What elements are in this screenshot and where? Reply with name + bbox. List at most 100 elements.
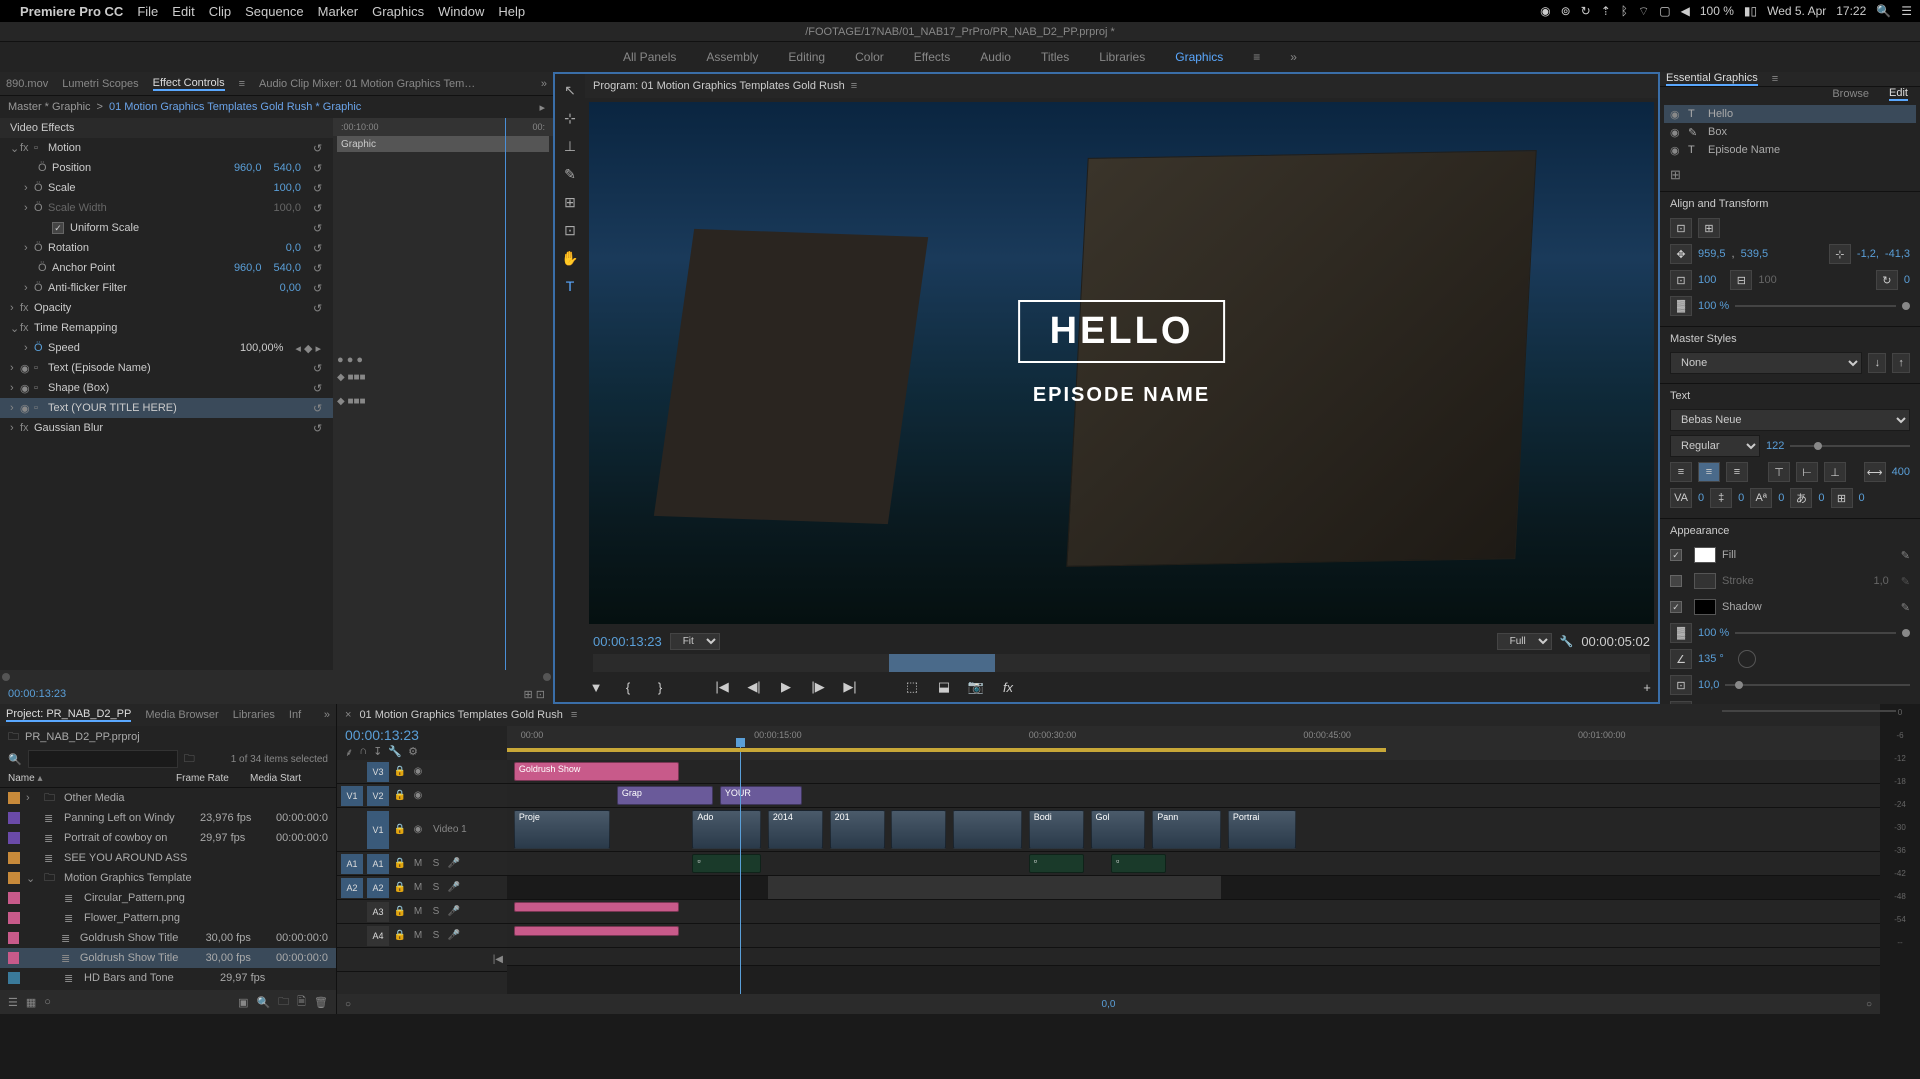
shadow-checkbox[interactable]: ✓	[1670, 601, 1682, 613]
refresh-icon[interactable]: ↻	[1581, 4, 1591, 18]
ws-assembly[interactable]: Assembly	[706, 50, 758, 64]
eg-menu-icon[interactable]: ≡	[1772, 73, 1778, 85]
anchor-stopwatch-icon[interactable]: Ö	[38, 262, 52, 274]
project-item[interactable]: ≣Panning Left on Windy23,976 fps00:00:00…	[0, 808, 336, 828]
align-bottom-icon[interactable]: ⊥	[1824, 462, 1846, 482]
trash-icon[interactable]: 🗑	[314, 996, 328, 1009]
mic-a2-icon[interactable]: 🎤	[447, 881, 461, 895]
eg-browse-tab[interactable]: Browse	[1832, 88, 1869, 100]
timeline-ruler[interactable]: 00:00 00:00:15:00 00:00:30:00 00:00:45:0…	[507, 726, 1880, 760]
opacity-twisty-icon[interactable]: ›	[10, 302, 20, 314]
clip-a3[interactable]	[514, 902, 679, 912]
lift-icon[interactable]: ⬚	[901, 676, 923, 698]
af-reset-icon[interactable]: ↺	[313, 282, 329, 295]
fill-checkbox[interactable]: ✓	[1670, 549, 1682, 561]
shadow-opacity-icon[interactable]: ▓	[1670, 623, 1692, 643]
clip-v1-6[interactable]	[953, 810, 1022, 849]
menu-sequence[interactable]: Sequence	[245, 4, 304, 19]
clip-v1-1[interactable]: Proje	[514, 810, 610, 849]
ws-all-panels[interactable]: All Panels	[623, 50, 676, 64]
timeline-timecode[interactable]: 00:00:13:23	[345, 727, 499, 743]
clip-a1-1[interactable]: ▫	[692, 854, 761, 873]
menu-edit[interactable]: Edit	[172, 4, 194, 19]
hand-tool-icon[interactable]: ✋	[560, 248, 580, 268]
gaussian-label[interactable]: Gaussian Blur	[34, 422, 313, 434]
ec-playhead[interactable]	[505, 118, 506, 670]
align-right-icon[interactable]: ≡	[1726, 462, 1748, 482]
settings-icon[interactable]: ⚙	[408, 745, 418, 760]
tab-audio-mixer[interactable]: Audio Clip Mixer: 01 Motion Graphics Tem…	[259, 78, 479, 90]
col-mediastart[interactable]: Media Start	[250, 773, 301, 784]
stroke-checkbox[interactable]	[1670, 575, 1682, 587]
crop-tool-icon[interactable]: ⊡	[560, 220, 580, 240]
rotation-twisty-icon[interactable]: ›	[24, 242, 34, 254]
opacity-slider[interactable]	[1735, 305, 1896, 307]
project-item[interactable]: ›🗀Other Media	[0, 788, 336, 808]
airplay-icon[interactable]: ▢	[1659, 4, 1670, 18]
clip-v1-9[interactable]: Pann	[1152, 810, 1221, 849]
program-tc-out[interactable]: 00:00:05:02	[1581, 634, 1650, 649]
scale-value[interactable]: 100,0	[273, 182, 301, 194]
ws-effects[interactable]: Effects	[914, 50, 950, 64]
tab-effect-controls[interactable]: Effect Controls	[153, 77, 225, 91]
ec-mini-timeline[interactable]: :00:10:0000: Graphic ● ● ● ◆ ■■■ ◆ ■■■	[333, 118, 553, 670]
selection-tool-icon[interactable]: ↖	[560, 80, 580, 100]
shape-eye-icon[interactable]: ◉	[20, 382, 34, 395]
wrench-icon[interactable]: 🔧	[388, 745, 402, 760]
mic-a3-icon[interactable]: 🎤	[447, 905, 461, 919]
new-bin-icon[interactable]: 🗀	[278, 993, 289, 1012]
shadow-dist-slider[interactable]	[1725, 684, 1910, 686]
af-stopwatch-icon[interactable]: Ö	[34, 282, 48, 294]
timeline-sequence-name[interactable]: 01 Motion Graphics Templates Gold Rush	[359, 709, 562, 721]
scale-h-icon[interactable]: ⊟	[1730, 270, 1752, 290]
speed-stopwatch-icon[interactable]: Ö	[34, 342, 48, 354]
ws-graphics-menu-icon[interactable]: ≡	[1253, 50, 1260, 64]
ec-master-label[interactable]: Master * Graphic	[8, 101, 91, 113]
clip-v1-7[interactable]: Bodi	[1029, 810, 1084, 849]
time-remap-label[interactable]: Time Remapping	[34, 322, 329, 334]
link-icon[interactable]: ∩	[359, 745, 367, 760]
clip-v1-2[interactable]: Ado	[692, 810, 761, 849]
gaussian-twisty-icon[interactable]: ›	[10, 422, 20, 434]
lock-a1-icon[interactable]: 🔒	[393, 857, 407, 871]
ec-clip-label[interactable]: 01 Motion Graphics Templates Gold Rush *…	[109, 101, 361, 113]
scale-twisty-icon[interactable]: ›	[24, 182, 34, 194]
pen-tool-icon[interactable]: ✎	[560, 164, 580, 184]
auto-sequence-icon[interactable]: ▣	[238, 996, 248, 1009]
clip-a1-3[interactable]: ▫	[1111, 854, 1166, 873]
ec-toggle-icon[interactable]: ⊞ ⊡	[524, 688, 546, 701]
layer-eye-icon[interactable]: ◉	[1670, 126, 1682, 139]
tab-source[interactable]: 890.mov	[6, 78, 48, 90]
col-framerate[interactable]: Frame Rate	[176, 773, 246, 784]
wrench-icon[interactable]: 🔧	[1560, 635, 1574, 648]
shadow-eyedropper-icon[interactable]: ✎	[1901, 601, 1910, 614]
add-button-icon[interactable]: +	[1636, 676, 1658, 698]
goto-in-icon[interactable]: |◀	[711, 676, 733, 698]
clip-v1-4[interactable]: 201	[830, 810, 885, 849]
clip-v1-8[interactable]: Gol	[1091, 810, 1146, 849]
menu-help[interactable]: Help	[498, 4, 525, 19]
align-safe-icon[interactable]: ⊞	[1698, 218, 1720, 238]
timeline-playhead[interactable]	[740, 760, 741, 994]
align-middle-icon[interactable]: ⊢	[1796, 462, 1818, 482]
ws-graphics[interactable]: Graphics	[1175, 50, 1223, 64]
shadow-dist-icon[interactable]: ⊡	[1670, 675, 1692, 695]
timeline-content[interactable]: Goldrush Show GrapYOUR Proje Ado 2014 20…	[507, 760, 1880, 994]
eg-off-y[interactable]: -41,3	[1885, 248, 1910, 260]
ec-scrollbar[interactable]	[0, 670, 553, 684]
title-hello-text[interactable]: HELLO	[1050, 310, 1194, 353]
zoom-fit-select[interactable]: Fit	[670, 633, 720, 650]
menu-file[interactable]: File	[137, 4, 158, 19]
position-y[interactable]: 540,0	[273, 162, 301, 174]
spacing-icon[interactable]: ⊞	[1831, 488, 1853, 508]
scale-icon[interactable]: ⊡	[1670, 270, 1692, 290]
ws-libraries[interactable]: Libraries	[1099, 50, 1145, 64]
media-browser-tab[interactable]: Media Browser	[145, 709, 218, 721]
lock-a4-icon[interactable]: 🔒	[393, 929, 407, 943]
leading-icon[interactable]: ‡	[1710, 488, 1732, 508]
rotation-stopwatch-icon[interactable]: Ö	[34, 242, 48, 254]
fill-swatch[interactable]	[1694, 547, 1716, 563]
text-ep-reset-icon[interactable]: ↺	[313, 362, 329, 375]
project-item[interactable]: ⌄🗀Motion Graphics Template	[0, 868, 336, 888]
mic-a4-icon[interactable]: 🎤	[447, 929, 461, 943]
